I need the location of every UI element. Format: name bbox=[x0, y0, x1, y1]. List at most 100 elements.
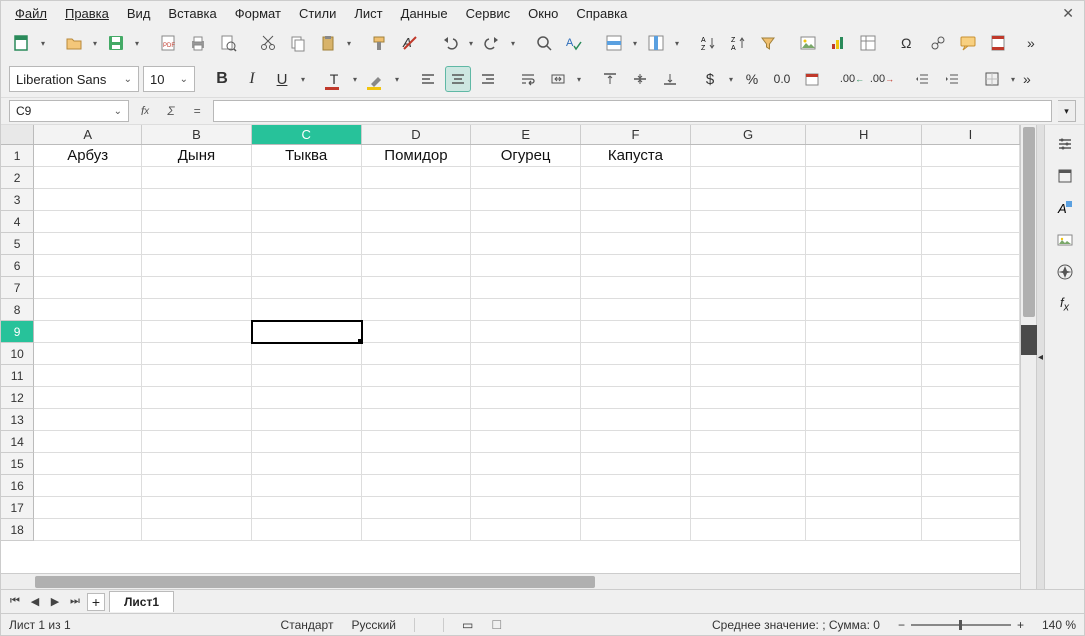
remove-decimal-button[interactable]: .00→ bbox=[869, 66, 895, 92]
cell-C2[interactable] bbox=[252, 167, 362, 189]
cell-C9[interactable] bbox=[252, 321, 362, 343]
status-language[interactable]: Русский bbox=[351, 618, 396, 632]
row-header-10[interactable]: 10 bbox=[1, 343, 34, 365]
cell-D17[interactable] bbox=[362, 497, 472, 519]
cell-A14[interactable] bbox=[34, 431, 142, 453]
cell-F11[interactable] bbox=[581, 365, 691, 387]
cell-A18[interactable] bbox=[34, 519, 142, 541]
cell-E8[interactable] bbox=[471, 299, 581, 321]
sidebar-properties-button[interactable] bbox=[1050, 161, 1080, 191]
align-left-button[interactable] bbox=[415, 66, 441, 92]
cell-C16[interactable] bbox=[252, 475, 362, 497]
redo-button[interactable] bbox=[479, 30, 505, 56]
menu-styles[interactable]: Стили bbox=[291, 4, 344, 23]
cell-H3[interactable] bbox=[806, 189, 922, 211]
column-header-H[interactable]: H bbox=[806, 125, 922, 144]
paste-button[interactable] bbox=[315, 30, 341, 56]
cell-I15[interactable] bbox=[922, 453, 1020, 475]
equals-button[interactable]: = bbox=[187, 101, 207, 121]
cell-E9[interactable] bbox=[471, 321, 581, 343]
row-header-17[interactable]: 17 bbox=[1, 497, 34, 519]
cell-C1[interactable]: Тыква bbox=[252, 145, 362, 167]
cell-G1[interactable] bbox=[691, 145, 807, 167]
cell-B3[interactable] bbox=[142, 189, 252, 211]
cell-D9[interactable] bbox=[362, 321, 472, 343]
cell-C18[interactable] bbox=[252, 519, 362, 541]
undo-dropdown[interactable]: ▾ bbox=[467, 39, 475, 48]
cell-A10[interactable] bbox=[34, 343, 142, 365]
cell-B17[interactable] bbox=[142, 497, 252, 519]
cell-A1[interactable]: Арбуз bbox=[34, 145, 142, 167]
fill-handle[interactable] bbox=[358, 339, 362, 343]
spellcheck-button[interactable]: A bbox=[561, 30, 587, 56]
cell-B13[interactable] bbox=[142, 409, 252, 431]
row-dropdown[interactable]: ▾ bbox=[631, 39, 639, 48]
comment-button[interactable] bbox=[955, 30, 981, 56]
cell-I2[interactable] bbox=[922, 167, 1020, 189]
borders-dropdown[interactable]: ▾ bbox=[1009, 75, 1017, 84]
cell-E2[interactable] bbox=[471, 167, 581, 189]
font-color-dropdown[interactable]: ▾ bbox=[351, 75, 359, 84]
insert-chart-button[interactable] bbox=[825, 30, 851, 56]
cell-A7[interactable] bbox=[34, 277, 142, 299]
row-header-6[interactable]: 6 bbox=[1, 255, 34, 277]
open-dropdown[interactable]: ▾ bbox=[91, 39, 99, 48]
cell-B10[interactable] bbox=[142, 343, 252, 365]
font-name-field[interactable]: Liberation Sans ⌄ bbox=[9, 66, 139, 92]
cell-A12[interactable] bbox=[34, 387, 142, 409]
vertical-scrollbar[interactable] bbox=[1020, 125, 1036, 589]
cell-I9[interactable] bbox=[922, 321, 1020, 343]
percent-button[interactable]: % bbox=[739, 66, 765, 92]
copy-button[interactable] bbox=[285, 30, 311, 56]
column-button[interactable] bbox=[643, 30, 669, 56]
cell-B4[interactable] bbox=[142, 211, 252, 233]
cell-E15[interactable] bbox=[471, 453, 581, 475]
row-header-9[interactable]: 9 bbox=[1, 321, 34, 343]
sum-button[interactable]: Σ bbox=[161, 101, 181, 121]
cell-C10[interactable] bbox=[252, 343, 362, 365]
cell-G4[interactable] bbox=[691, 211, 807, 233]
cell-G8[interactable] bbox=[691, 299, 807, 321]
column-header-I[interactable]: I bbox=[922, 125, 1020, 144]
insert-image-button[interactable] bbox=[795, 30, 821, 56]
row-header-13[interactable]: 13 bbox=[1, 409, 34, 431]
column-header-B[interactable]: B bbox=[142, 125, 252, 144]
cell-H14[interactable] bbox=[806, 431, 922, 453]
cell-I10[interactable] bbox=[922, 343, 1020, 365]
row-header-11[interactable]: 11 bbox=[1, 365, 34, 387]
cell-B2[interactable] bbox=[142, 167, 252, 189]
cell-I17[interactable] bbox=[922, 497, 1020, 519]
cell-G10[interactable] bbox=[691, 343, 807, 365]
increase-indent-button[interactable] bbox=[939, 66, 965, 92]
cell-H12[interactable] bbox=[806, 387, 922, 409]
cell-F15[interactable] bbox=[581, 453, 691, 475]
cell-B7[interactable] bbox=[142, 277, 252, 299]
cell-B5[interactable] bbox=[142, 233, 252, 255]
sort-asc-button[interactable]: AZ bbox=[695, 30, 721, 56]
currency-dropdown[interactable]: ▾ bbox=[727, 75, 735, 84]
undo-button[interactable] bbox=[437, 30, 463, 56]
cell-C4[interactable] bbox=[252, 211, 362, 233]
zoom-value[interactable]: 140 % bbox=[1042, 618, 1076, 632]
formula-input[interactable] bbox=[213, 100, 1052, 122]
cell-H17[interactable] bbox=[806, 497, 922, 519]
cell-D14[interactable] bbox=[362, 431, 472, 453]
cell-A13[interactable] bbox=[34, 409, 142, 431]
cell-D6[interactable] bbox=[362, 255, 472, 277]
cell-E11[interactable] bbox=[471, 365, 581, 387]
row-header-18[interactable]: 18 bbox=[1, 519, 34, 541]
column-header-F[interactable]: F bbox=[581, 125, 691, 144]
cell-F7[interactable] bbox=[581, 277, 691, 299]
cell-C8[interactable] bbox=[252, 299, 362, 321]
column-header-E[interactable]: E bbox=[471, 125, 581, 144]
cell-I12[interactable] bbox=[922, 387, 1020, 409]
merge-cells-button[interactable] bbox=[545, 66, 571, 92]
row-header-1[interactable]: 1 bbox=[1, 145, 34, 167]
cell-H2[interactable] bbox=[806, 167, 922, 189]
cell-C3[interactable] bbox=[252, 189, 362, 211]
cell-F6[interactable] bbox=[581, 255, 691, 277]
currency-button[interactable]: $ bbox=[697, 66, 723, 92]
align-right-button[interactable] bbox=[475, 66, 501, 92]
save-dropdown[interactable]: ▾ bbox=[133, 39, 141, 48]
tab-last-button[interactable]: ⏭ bbox=[67, 594, 83, 610]
